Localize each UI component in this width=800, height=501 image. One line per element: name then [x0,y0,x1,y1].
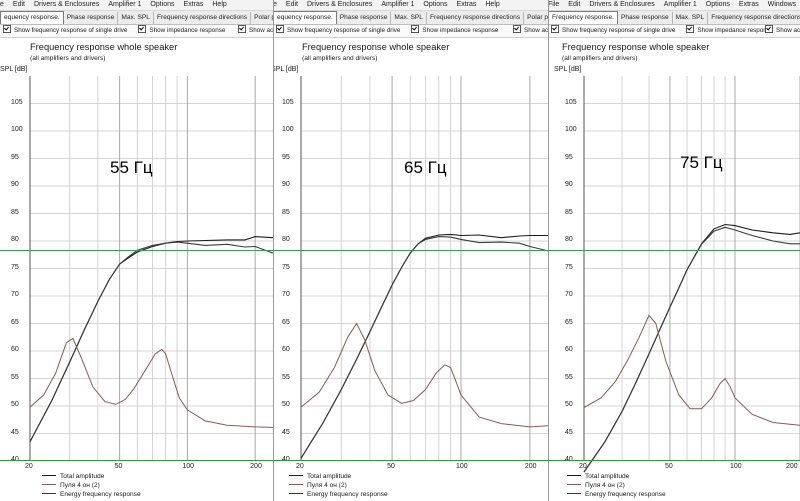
legend-item: Energy frequency response [289,491,388,498]
x-tick-label: 100 [729,463,742,470]
legend-item: Energy frequency response [42,491,141,498]
legend-swatch [567,475,581,476]
legend-swatch [289,475,303,476]
y-tick-label: 100 [282,126,294,133]
legend-item: Пуля 4 он (2) [289,482,347,489]
y-tick-label: 100 [11,126,23,133]
y-tick-label: 95 [565,153,573,161]
y-tick-label: 105 [282,98,294,106]
y-tick-label: 80 [565,236,573,243]
y-tick-label: 45 [282,428,290,436]
legend-swatch [289,484,303,485]
y-tick-label: 60 [282,346,290,353]
frequency-annotation: 75 Гц [680,153,723,172]
x-tick-label: 20 [25,463,33,470]
x-tick-label: 200 [250,463,262,470]
y-tick-label: 105 [565,98,577,106]
legend-label: Пуля 4 он (2) [307,482,347,489]
legend-item: Total amplitude [42,473,104,480]
x-tick-label: 200 [786,463,798,470]
y-axis-label: SPL [dB] [273,66,299,73]
legend-swatch [567,493,581,494]
impedance-curve [300,322,548,428]
x-tick-label: 50 [114,463,123,470]
x-tick-label: 20 [579,463,587,470]
legend-label: Total amplitude [307,473,352,480]
x-tick-label: 50 [664,463,673,470]
y-tick-label: 105 [11,98,23,106]
driver-response-curve [583,226,800,473]
y-tick-label: 70 [282,291,290,298]
legend-swatch [567,484,581,485]
y-tick-label: 55 [565,373,573,381]
legend-label: Пуля 4 он (2) [585,482,625,489]
y-tick-label: 90 [282,181,290,188]
legend-swatch [42,475,56,476]
y-tick-label: 60 [565,346,573,353]
legend-item: Total amplitude [289,473,351,480]
y-tick-label: 80 [11,236,19,243]
legend-item: Energy frequency response [567,491,666,498]
y-tick-label: 85 [11,208,19,216]
y-tick-label: 45 [565,428,573,436]
legend-label: Total amplitude [60,473,105,480]
legend-item: Пуля 4 он (2) [42,482,100,489]
frequency-annotation: 65 Гц [404,158,447,177]
y-tick-label: 85 [282,208,290,216]
legend-swatch [289,493,303,494]
legend-item: Total amplitude [567,473,629,480]
y-tick-label: 50 [565,401,573,408]
legend-label: Пуля 4 он (2) [60,482,100,489]
y-tick-label: 45 [11,428,19,436]
y-tick-label: 75 [11,263,19,271]
x-tick-label: 20 [296,463,304,470]
x-tick-label: 200 [524,463,537,470]
y-tick-label: 65 [282,318,290,326]
y-tick-label: 80 [282,236,290,243]
y-tick-label: 90 [11,181,19,188]
legend-swatch [42,484,56,485]
y-tick-label: 55 [11,373,19,381]
impedance-curve [583,314,800,426]
legend-swatch [42,493,56,494]
x-tick-label: 100 [182,463,195,470]
y-tick-label: 65 [11,318,19,326]
legend-label: Energy frequency response [585,491,666,498]
y-tick-label: 85 [565,208,573,216]
x-tick-label: 100 [455,463,468,470]
y-tick-label: 100 [565,126,577,133]
y-tick-label: 75 [282,263,290,271]
y-axis-label: SPL [dB] [554,66,582,73]
reference-line [0,250,800,251]
x-tick-label: 50 [387,463,395,470]
y-tick-label: 50 [11,401,19,408]
legend-label: Total amplitude [585,473,630,480]
y-tick-label: 65 [565,318,573,326]
y-tick-label: 50 [282,401,290,408]
y-tick-label: 95 [282,153,290,161]
legend-item: Пуля 4 он (2) [567,482,625,489]
legend-label: Energy frequency response [60,491,141,498]
y-tick-label: 90 [565,181,573,188]
y-tick-label: 60 [11,346,19,353]
driver-response-curve [29,241,273,443]
impedance-curve [29,337,273,428]
frequency-annotation: 55 Гц [110,158,153,177]
y-axis-label: SPL [dB] [0,66,28,73]
y-tick-label: 95 [11,153,19,161]
y-tick-label: 55 [282,373,290,381]
baseline-line [0,460,800,461]
y-tick-label: 70 [565,291,573,298]
legend-label: Energy frequency response [307,491,388,498]
total-amplitude-curve [29,236,273,443]
y-tick-label: 75 [565,263,573,271]
y-tick-label: 70 [11,291,19,298]
